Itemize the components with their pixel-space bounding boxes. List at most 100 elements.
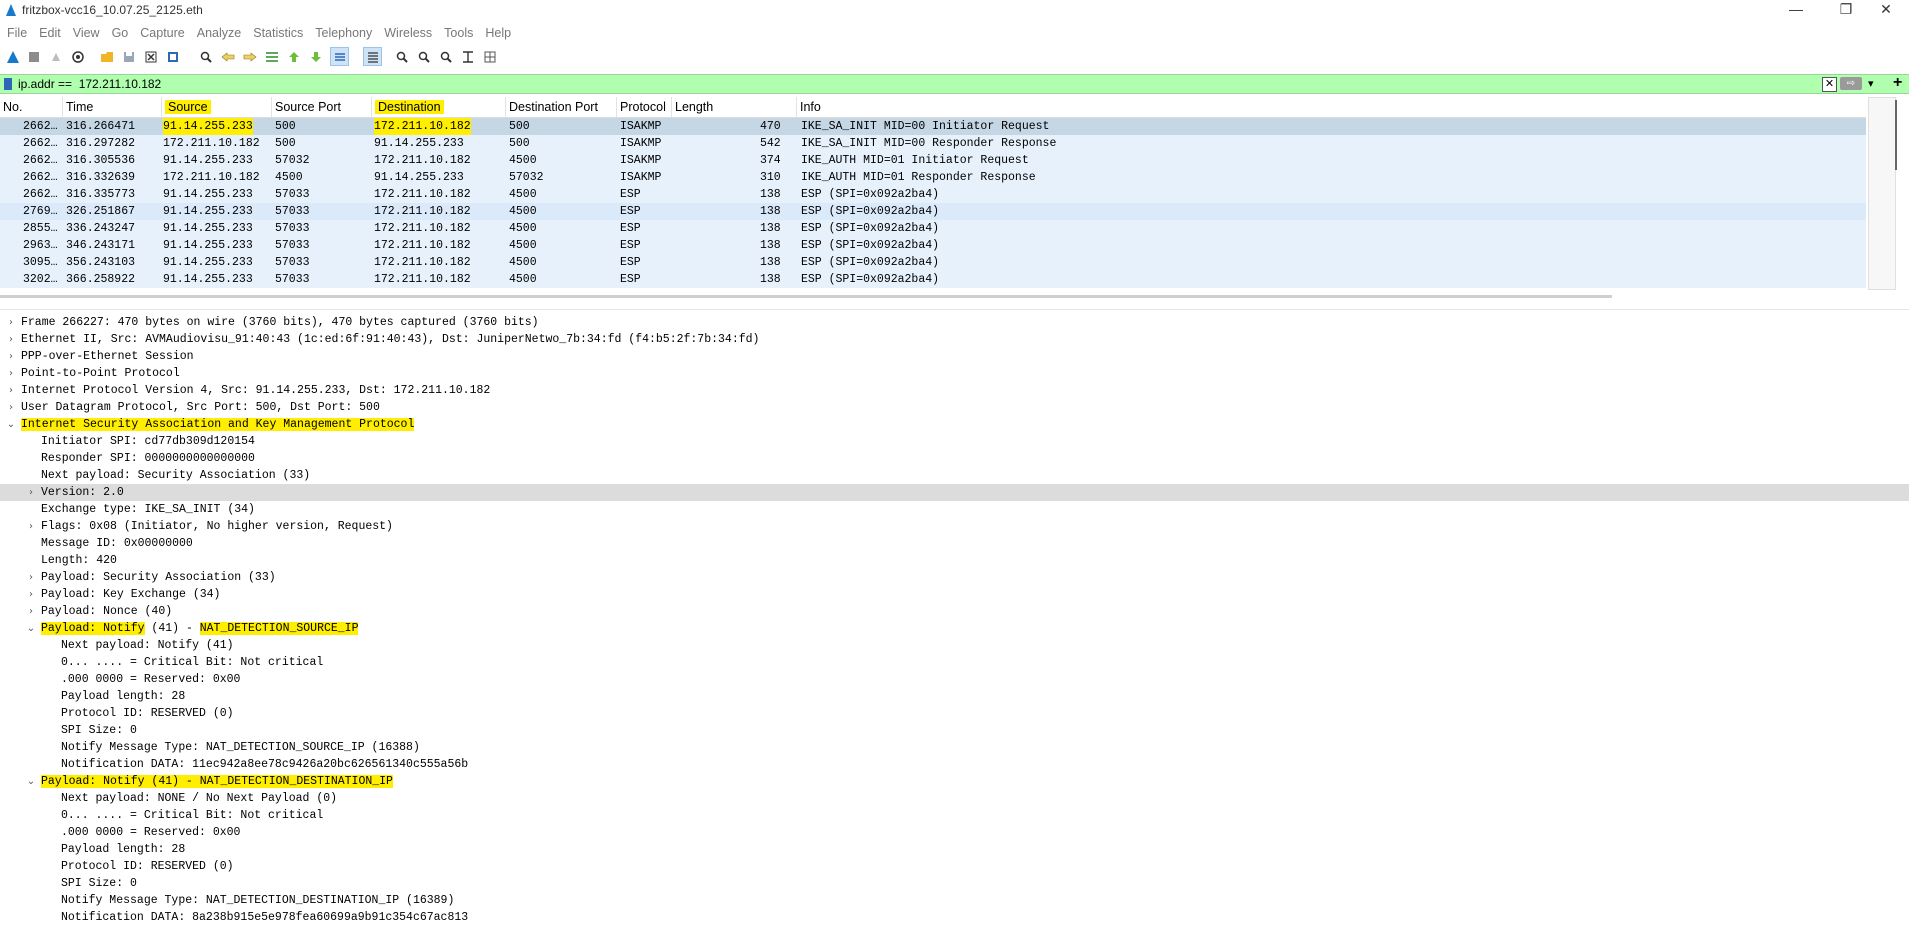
clear-filter-icon[interactable]: ✕: [1822, 77, 1837, 92]
menu-telephony[interactable]: Telephony: [309, 24, 378, 42]
menu-statistics[interactable]: Statistics: [247, 24, 309, 42]
zoom-in-icon[interactable]: [392, 47, 411, 66]
menu-help[interactable]: Help: [479, 24, 517, 42]
detail-tree-item[interactable]: 0... .... = Critical Bit: Not critical: [0, 654, 1909, 671]
detail-tree-item[interactable]: › Flags: 0x08 (Initiator, No higher versi…: [0, 518, 1909, 535]
display-filter-input[interactable]: [18, 76, 1818, 92]
apply-filter-button[interactable]: ⇨: [1840, 77, 1862, 90]
zoom-normal-icon[interactable]: [436, 47, 455, 66]
detail-tree-item[interactable]: SPI Size: 0: [0, 875, 1909, 892]
detail-tree-item[interactable]: SPI Size: 0: [0, 722, 1909, 739]
column-header-time[interactable]: Time: [63, 97, 162, 117]
column-header-destination-port[interactable]: Destination Port: [506, 97, 617, 117]
column-header-source[interactable]: Source: [162, 97, 272, 117]
pane-splitter[interactable]: [0, 309, 1909, 310]
save-file-icon[interactable]: [119, 47, 138, 66]
packet-row[interactable]: 2662… 316.335773 91.14.255.233 57033 172.211…: [0, 186, 1866, 203]
close-file-icon[interactable]: [141, 47, 160, 66]
detail-tree-item[interactable]: › Version: 2.0: [0, 484, 1909, 501]
detail-tree-item[interactable]: › Frame 266227: 470 bytes on wire (3760 b…: [0, 314, 1909, 331]
detail-tree-item[interactable]: › Payload: Key Exchange (34): [0, 586, 1909, 603]
menu-wireless[interactable]: Wireless: [378, 24, 438, 42]
detail-tree-item[interactable]: Payload length: 28: [0, 841, 1909, 858]
detail-tree-item[interactable]: .000 0000 = Reserved: 0x00: [0, 824, 1909, 841]
menu-go[interactable]: Go: [106, 24, 135, 42]
detail-tree-item[interactable]: ⌄ Payload: Notify (41) - NAT_DETECTION_DE…: [0, 773, 1909, 790]
packet-row[interactable]: 2662… 316.297282 172.211.10.182 500 91.14.25…: [0, 135, 1866, 152]
close-window-button[interactable]: ✕: [1863, 0, 1909, 20]
menu-tools[interactable]: Tools: [438, 24, 479, 42]
detail-tree-item[interactable]: › PPP-over-Ethernet Session: [0, 348, 1909, 365]
expand-arrow-icon[interactable]: ›: [6, 314, 16, 331]
menu-edit[interactable]: Edit: [33, 24, 67, 42]
collapse-arrow-icon[interactable]: ⌄: [26, 620, 36, 637]
detail-tree-item[interactable]: ⌄ Payload: Notify (41) - NAT_DETECTION_SO…: [0, 620, 1909, 637]
open-file-icon[interactable]: [97, 47, 116, 66]
capture-options-icon[interactable]: [68, 47, 87, 66]
autoscroll-icon[interactable]: [330, 47, 349, 66]
stop-icon[interactable]: [24, 47, 43, 66]
expand-arrow-icon[interactable]: ›: [6, 365, 16, 382]
column-header-protocol[interactable]: Protocol: [617, 97, 672, 117]
expand-arrow-icon[interactable]: ›: [26, 518, 36, 535]
expand-arrow-icon[interactable]: ›: [6, 399, 16, 416]
menu-capture[interactable]: Capture: [134, 24, 190, 42]
go-first-icon[interactable]: [284, 47, 303, 66]
detail-tree-item[interactable]: Initiator SPI: cd77db309d120154: [0, 433, 1909, 450]
packet-row[interactable]: 2662… 316.305536 91.14.255.233 57032 172.211…: [0, 152, 1866, 169]
layout-icon[interactable]: [480, 47, 499, 66]
detail-tree-item[interactable]: Protocol ID: RESERVED (0): [0, 858, 1909, 875]
menu-file[interactable]: File: [0, 24, 33, 42]
column-header-destination[interactable]: Destination: [372, 97, 506, 117]
packet-row[interactable]: 3095… 356.243103 91.14.255.233 57033 172.211…: [0, 254, 1866, 271]
detail-tree-item[interactable]: Notify Message Type: NAT_DETECTION_SOURC…: [0, 739, 1909, 756]
detail-tree-item[interactable]: ⌄ Internet Security Association and Key M…: [0, 416, 1909, 433]
packet-row[interactable]: 2662… 316.332639 172.211.10.182 4500 91.14.2…: [0, 169, 1866, 186]
go-to-packet-icon[interactable]: [262, 47, 281, 66]
column-header-source-port[interactable]: Source Port: [272, 97, 372, 117]
collapse-arrow-icon[interactable]: ⌄: [6, 416, 16, 433]
detail-tree-item[interactable]: › User Datagram Protocol, Src Port: 500, …: [0, 399, 1909, 416]
colorize-icon[interactable]: [363, 47, 382, 66]
go-last-icon[interactable]: [306, 47, 325, 66]
filter-history-dropdown-icon[interactable]: ▾: [1868, 77, 1874, 90]
add-filter-button[interactable]: +: [1893, 74, 1902, 92]
detail-tree-item[interactable]: Protocol ID: RESERVED (0): [0, 705, 1909, 722]
detail-tree-item[interactable]: › Payload: Security Association (33): [0, 569, 1909, 586]
expand-arrow-icon[interactable]: ›: [26, 603, 36, 620]
go-back-icon[interactable]: [218, 47, 237, 66]
packet-list-horizontal-scrollbar[interactable]: [0, 295, 1612, 298]
detail-tree-item[interactable]: › Point-to-Point Protocol: [0, 365, 1909, 382]
reload-icon[interactable]: [163, 47, 182, 66]
start-capture-icon[interactable]: [3, 47, 22, 66]
restart-icon[interactable]: [46, 47, 65, 66]
detail-tree-item[interactable]: Notification DATA: 11ec942a8ee78c9426a20…: [0, 756, 1909, 773]
packet-row[interactable]: 2769… 326.251867 91.14.255.233 57033 172.211…: [0, 203, 1866, 220]
resize-columns-icon[interactable]: [458, 47, 477, 66]
filter-bookmark-icon[interactable]: [4, 78, 12, 90]
detail-tree-item[interactable]: › Internet Protocol Version 4, Src: 91.14…: [0, 382, 1909, 399]
go-forward-icon[interactable]: [240, 47, 259, 66]
detail-tree-item[interactable]: Length: 420: [0, 552, 1909, 569]
menu-view[interactable]: View: [67, 24, 106, 42]
expand-arrow-icon[interactable]: ›: [26, 586, 36, 603]
detail-tree-item[interactable]: Payload length: 28: [0, 688, 1909, 705]
expand-arrow-icon[interactable]: ›: [6, 382, 16, 399]
detail-tree-item[interactable]: .000 0000 = Reserved: 0x00: [0, 671, 1909, 688]
column-header-length[interactable]: Length: [672, 97, 797, 117]
detail-tree-item[interactable]: › Payload: Nonce (40): [0, 603, 1909, 620]
detail-tree-item[interactable]: Responder SPI: 0000000000000000: [0, 450, 1909, 467]
packet-row[interactable]: 3202… 366.258922 91.14.255.233 57033 172.211…: [0, 271, 1866, 288]
packet-row[interactable]: 2963… 346.243171 91.14.255.233 57033 172.211…: [0, 237, 1866, 254]
detail-tree-item[interactable]: 0... .... = Critical Bit: Not critical: [0, 807, 1909, 824]
minimize-button[interactable]: —: [1773, 0, 1819, 20]
expand-arrow-icon[interactable]: ›: [26, 484, 36, 501]
menu-analyze[interactable]: Analyze: [191, 24, 247, 42]
scrollbar-thumb[interactable]: [1895, 100, 1897, 170]
expand-arrow-icon[interactable]: ›: [6, 331, 16, 348]
detail-tree-item[interactable]: Next payload: NONE / No Next Payload (0): [0, 790, 1909, 807]
column-header-no[interactable]: No.: [0, 97, 63, 117]
packet-row[interactable]: 2855… 336.243247 91.14.255.233 57033 172.211…: [0, 220, 1866, 237]
find-packet-icon[interactable]: [196, 47, 215, 66]
packet-row[interactable]: 2662… 316.266471 91.14.255.233 500 172.211.1…: [0, 118, 1866, 135]
